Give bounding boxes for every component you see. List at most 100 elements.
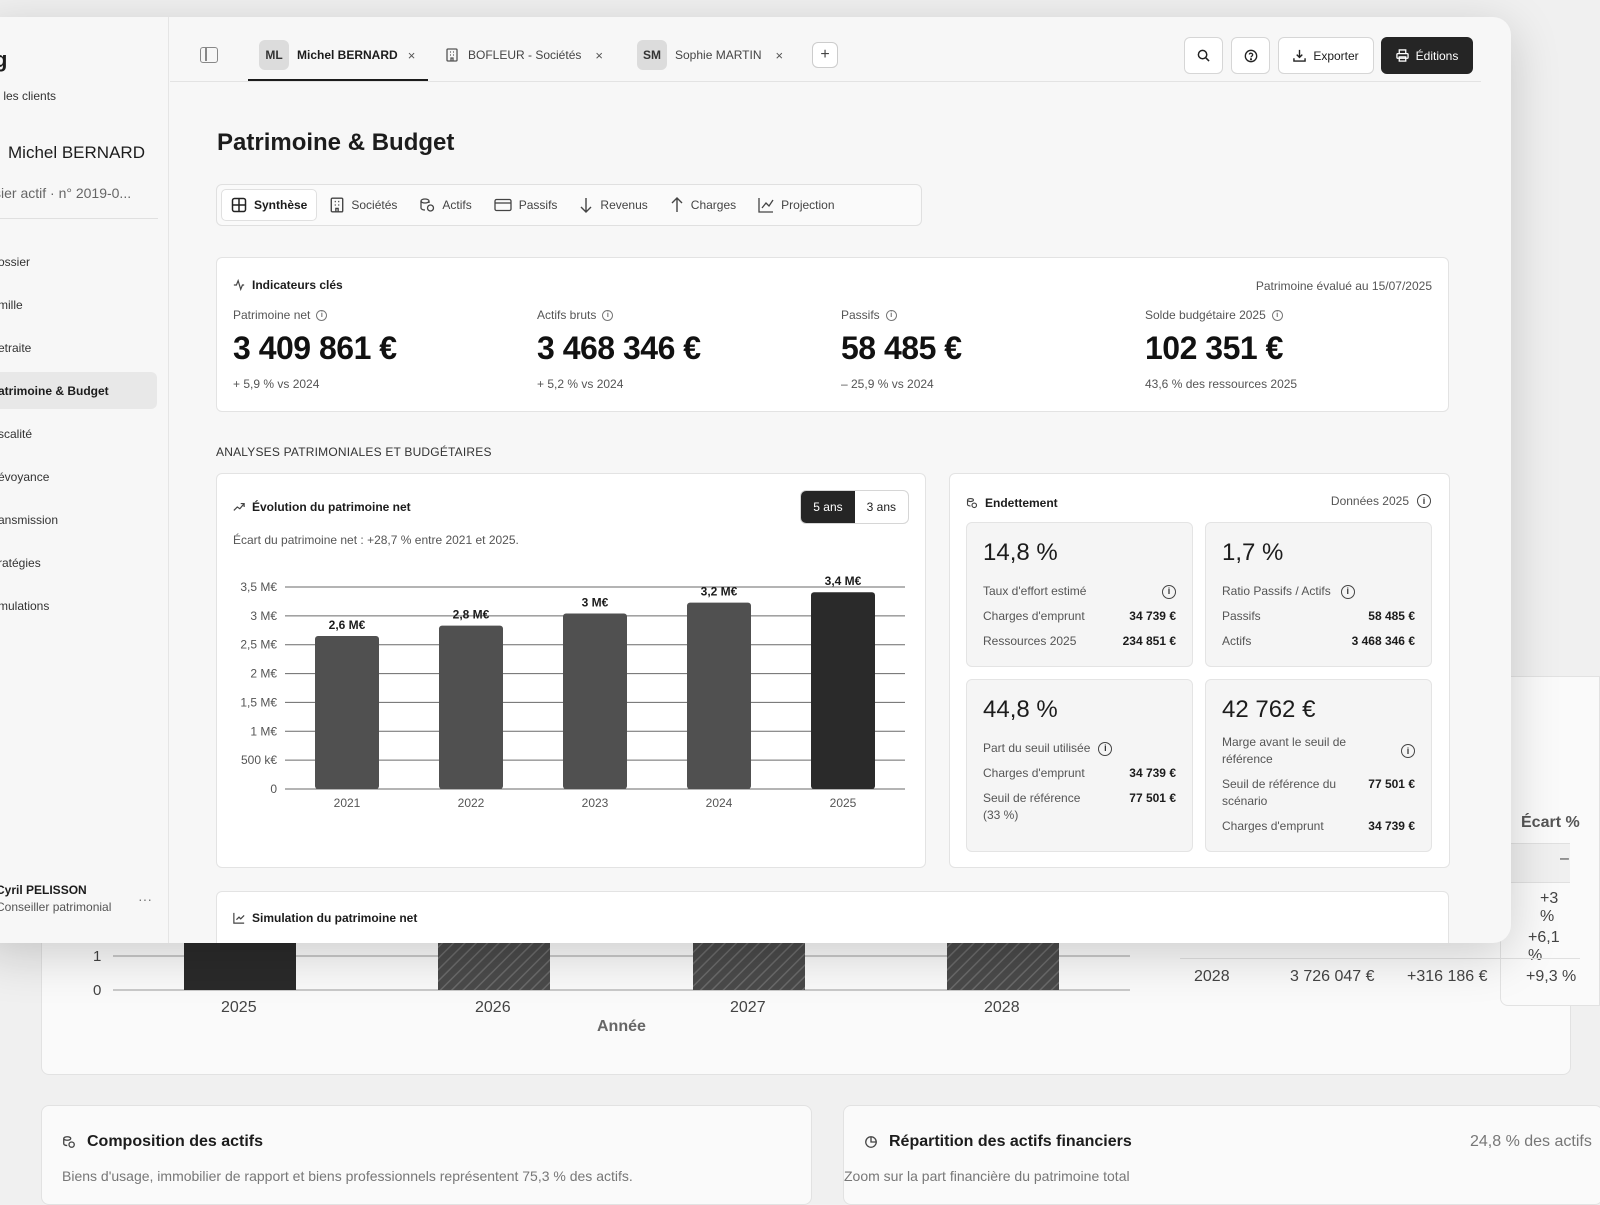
tab-label: Projection [781,198,835,212]
printer-icon [1395,49,1409,62]
avatar: ML [259,40,289,70]
sidebar-item-prevoyance[interactable]: évoyance [0,458,157,495]
sim-bar-2026 [438,941,550,990]
repartition-title: Répartition des actifs financiers [889,1133,1132,1150]
composition-subtitle: Biens d'usage, immobilier de rapport et … [62,1168,633,1184]
sidebar-toggle-icon[interactable] [200,47,218,63]
tab-client-michel-bernard[interactable]: ML Michel BERNARD × [259,39,415,71]
y-tick-label: 1,5 M€ [240,695,277,709]
bar [811,592,875,789]
user-menu-button[interactable]: ··· [138,891,152,907]
sidebar: g s les clients Michel BERNARD sier acti… [0,17,169,943]
tab-societes[interactable]: Sociétés [321,189,406,221]
sidebar-item-retraite[interactable]: etraite [0,329,157,366]
y-tick-label: 500 k€ [241,753,277,767]
tab-company-bofleur[interactable]: BOFLEUR - Sociétés × [446,39,603,71]
activity-icon [233,279,245,291]
data-label: 3,4 M€ [825,574,862,588]
add-tab-button[interactable]: + [812,42,838,68]
kpi-change: 43,6 % des ressources 2025 [1145,377,1298,391]
debt-title: Endettement [966,496,1058,510]
period-3-years[interactable]: 3 ans [855,491,908,523]
info-icon[interactable]: i [1098,741,1113,756]
y-tick-label: 1 M€ [250,724,277,738]
sim-table-cell: +3 % [1540,890,1559,925]
info-icon[interactable]: i [1162,584,1176,599]
bar [439,625,503,789]
editions-button[interactable]: Éditions [1381,37,1473,74]
info-icon[interactable]: i [602,309,614,321]
coins-icon [419,197,435,213]
client-meta: sier actif · n° 2019-0... [0,185,132,201]
sidebar-item-strategies[interactable]: ratégies [0,544,157,581]
brand-logo: g [0,47,8,72]
info-icon[interactable]: i [1271,309,1283,321]
sidebar-item-transmission[interactable]: ansmission [0,501,157,538]
tab-synthese[interactable]: Synthèse [221,189,318,221]
debt-value: 14,8 % [983,539,1058,566]
sidebar-item-fiscalite[interactable]: scalité [0,415,157,452]
sidebar-item-simulations[interactable]: mulations [0,587,157,624]
y-tick-label: 3 M€ [250,609,277,623]
tab-label: Synthèse [254,198,308,212]
back-to-clients-link[interactable]: s les clients [0,89,56,103]
net-worth-bar-chart: 3,5 M€ 3 M€ 2,5 M€ 2 M€ 1,5 M€ 1 M€ 500 k€ 0 2,6… [240,574,905,810]
sidebar-item-dossier[interactable]: ossier [0,243,157,280]
sidebar-item-famille[interactable]: mille [0,286,157,323]
debt-row: Actifs 3 468 346 € [1222,634,1415,648]
export-button[interactable]: Exporter [1278,37,1374,74]
page-title: Patrimoine & Budget [217,129,455,156]
debt-row: Charges d'emprunt 34 739 € [983,766,1176,780]
debt-value: 1,7 % [1222,539,1284,566]
info-icon[interactable]: i [885,309,897,321]
tab-revenus[interactable]: Revenus [570,189,656,221]
kpi-change: – 25,9 % vs 2024 [841,377,934,391]
kpi-label: Solde budgétaire 2025 [1145,308,1266,322]
close-icon[interactable]: × [408,48,416,63]
debt-label: Marge avant le seuil de référence [1222,735,1347,766]
simulation-card: Simulation du patrimoine net [216,891,1449,943]
close-icon[interactable]: × [775,48,783,63]
sim-xtick: 2026 [475,999,511,1016]
user-profile[interactable]: Cyril PELISSON Conseiller patrimonial [0,883,111,914]
user-name: Cyril PELISSON [0,883,87,897]
debt-box-threshold-share: 44,8 % Part du seuil utilisée i Charges d… [966,679,1193,852]
sidebar-item-patrimoine-budget[interactable]: atrimoine & Budget [0,372,157,409]
trending-up-icon [233,501,245,513]
kpi-label: Actifs bruts [537,308,597,322]
tab-label: Sociétés [351,198,398,212]
period-toggle: 5 ans 3 ans [800,490,909,524]
close-icon[interactable]: × [595,48,603,63]
sim-bar-2025 [184,941,296,990]
key-indicators-card: Indicateurs clés Patrimoine évalué au 15… [216,257,1449,412]
sim-table-cell: +316 186 € [1407,968,1488,985]
info-icon[interactable]: i [1340,584,1355,599]
search-button[interactable] [1184,37,1223,74]
sim-table-cell: 2028 [1194,968,1230,985]
tab-actifs[interactable]: Actifs [410,189,480,221]
tab-client-sophie-martin[interactable]: SM Sophie MARTIN × [637,39,783,71]
tab-label: Sophie MARTIN [675,48,762,62]
col-header-ecart-pct: Écart % [1521,814,1580,831]
sim-ytick: 0 [93,982,102,999]
debt-box-effort-rate: 14,8 % Taux d'effort estimé i Charges d'e… [966,522,1193,667]
tab-charges[interactable]: Charges [661,189,745,221]
debt-row: Charges d'emprunt 34 739 € [1222,819,1415,833]
main-content: ML Michel BERNARD × BOFLEUR - Sociétés ×… [170,17,1481,943]
x-tick-label: 2023 [582,796,609,810]
info-icon[interactable]: i [1401,744,1415,758]
app-window: g s les clients Michel BERNARD sier acti… [0,17,1511,943]
sim-bar-2028 [947,941,1059,990]
kpi-actifs-bruts: Actifs bruts i 3 468 346 € + 5,2 % vs 202… [537,308,827,391]
period-5-years[interactable]: 5 ans [801,491,855,523]
tab-passifs[interactable]: Passifs [485,189,567,221]
kpi-value: 58 485 € [841,330,962,366]
sim-table-cell: +6,1 % [1528,929,1560,964]
tab-projection[interactable]: Projection [749,189,843,221]
arrow-up-icon [670,197,684,213]
info-icon[interactable]: i [1417,494,1431,508]
arrow-down-icon [579,197,593,213]
help-button[interactable] [1231,37,1270,74]
info-icon[interactable]: i [316,309,328,321]
composition-panel: Composition des actifs Biens d'usage, im… [41,1105,812,1205]
